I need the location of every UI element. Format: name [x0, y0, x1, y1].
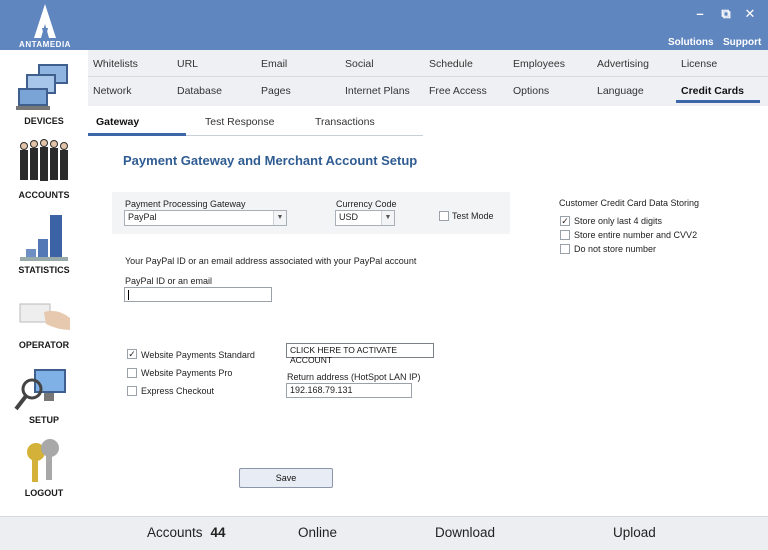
sidebar-label: STATISTICS — [18, 265, 70, 275]
title-bar: ANTAMEDIA – ⧉ ✕ Solutions Support — [0, 0, 768, 50]
store-last4-label: Store only last 4 digits — [574, 216, 663, 226]
close-button[interactable]: ✕ — [742, 6, 758, 22]
support-link[interactable]: Support — [723, 37, 761, 48]
gateway-panel: Payment Gateway and Merchant Account Set… — [88, 136, 768, 516]
sidebar-item-accounts[interactable]: ACCOUNTS — [0, 130, 88, 204]
tab-row-1: Whitelists URL Email Social Schedule Emp… — [88, 50, 768, 77]
website-payments-pro-checkbox[interactable] — [127, 368, 137, 378]
website-payments-pro-label: Website Payments Pro — [141, 368, 233, 378]
paypal-info-text: Your PayPal ID or an email address assoc… — [125, 256, 417, 266]
active-tab-indicator — [676, 100, 760, 103]
paypal-field-label: PayPal ID or an email — [125, 276, 213, 286]
website-payments-standard-checkbox[interactable]: ✓ — [127, 349, 137, 359]
text-caret — [128, 290, 129, 300]
sidebar-item-operator[interactable]: OPERATOR — [0, 280, 88, 354]
return-address-label: Return address (HotSpot LAN IP) — [287, 372, 421, 382]
status-bar: Accounts 44 Online Download Upload — [0, 516, 768, 550]
express-checkout-label: Express Checkout — [141, 386, 215, 396]
solutions-link[interactable]: Solutions — [668, 37, 714, 48]
return-address-value: 192.168.79.131 — [290, 385, 353, 395]
logout-icon — [27, 439, 59, 482]
tab-url[interactable]: URL — [177, 58, 198, 70]
subtab-transactions[interactable]: Transactions — [315, 116, 375, 128]
accounts-label: Accounts — [147, 525, 203, 540]
sidebar-label: DEVICES — [24, 116, 64, 126]
sidebar-label: LOGOUT — [24, 488, 64, 498]
test-mode-label: Test Mode — [452, 211, 494, 221]
sidebar-label: OPERATOR — [18, 340, 70, 350]
operator-icon — [19, 303, 70, 330]
tab-email[interactable]: Email — [261, 58, 287, 70]
sidebar-label: SETUP — [28, 415, 59, 425]
save-button[interactable]: Save — [239, 468, 333, 488]
tab-advertising[interactable]: Advertising — [597, 58, 649, 70]
tab-free-access[interactable]: Free Access — [429, 85, 487, 97]
tab-social[interactable]: Social — [345, 58, 374, 70]
logo-text: ANTAMEDIA — [19, 40, 71, 49]
sidebar-item-devices[interactable]: DEVICES — [0, 56, 88, 130]
store-entire-label: Store entire number and CVV2 — [574, 230, 698, 240]
gateway-label: Payment Processing Gateway — [125, 199, 246, 209]
online-status: Online — [298, 525, 338, 540]
sidebar-item-statistics[interactable]: STATISTICS — [0, 205, 88, 279]
return-address-input[interactable]: 192.168.79.131 — [286, 383, 412, 398]
accounts-count: 44 — [210, 525, 226, 540]
sidebar-item-logout[interactable]: LOGOUT — [0, 428, 88, 502]
chevron-down-icon: ▼ — [381, 211, 394, 225]
store-last4-checkbox[interactable]: ✓ — [560, 216, 570, 226]
tab-schedule[interactable]: Schedule — [429, 58, 473, 70]
tab-options[interactable]: Options — [513, 85, 549, 97]
setup-icon — [14, 369, 66, 411]
minimize-button[interactable]: – — [692, 6, 708, 21]
accounts-icon — [20, 139, 68, 181]
antamedia-logo: ANTAMEDIA — [14, 2, 76, 50]
tab-whitelists[interactable]: Whitelists — [93, 58, 138, 70]
tab-row-2: Network Database Pages Internet Plans Fr… — [88, 77, 768, 104]
logo-a-icon — [34, 4, 56, 38]
website-payments-standard-label: Website Payments Standard — [141, 350, 255, 360]
statistics-icon — [20, 215, 68, 261]
sidebar-item-setup[interactable]: SETUP — [0, 355, 88, 429]
storing-title: Customer Credit Card Data Storing — [559, 198, 700, 208]
activate-account-button[interactable]: CLICK HERE TO ACTIVATE ACCOUNT — [286, 343, 434, 365]
sidebar: DEVICES ACCOUNTS STATISTICS OPERATOR SET… — [0, 50, 88, 516]
chevron-down-icon: ▼ — [273, 211, 286, 225]
restore-button[interactable]: ⧉ — [718, 6, 734, 22]
subtabs: Gateway Test Response Transactions — [88, 106, 768, 136]
upload-status: Upload — [613, 525, 656, 540]
tab-credit-cards[interactable]: Credit Cards — [681, 85, 744, 97]
do-not-store-label: Do not store number — [574, 244, 657, 254]
sidebar-label: ACCOUNTS — [18, 190, 70, 200]
gateway-select[interactable]: PayPal ▼ — [124, 210, 287, 226]
tab-employees[interactable]: Employees — [513, 58, 565, 70]
do-not-store-checkbox[interactable] — [560, 244, 570, 254]
tab-license[interactable]: License — [681, 58, 717, 70]
currency-label: Currency Code — [336, 199, 397, 209]
accounts-status: Accounts 44 — [147, 525, 226, 540]
tab-language[interactable]: Language — [597, 85, 644, 97]
store-entire-checkbox[interactable] — [560, 230, 570, 240]
subtab-gateway[interactable]: Gateway — [96, 116, 139, 128]
subtab-test-response[interactable]: Test Response — [205, 116, 274, 128]
gateway-value: PayPal — [128, 212, 157, 222]
download-status: Download — [435, 525, 496, 540]
currency-select[interactable]: USD ▼ — [335, 210, 395, 226]
devices-icon — [16, 64, 68, 110]
paypal-id-input[interactable] — [124, 287, 272, 302]
currency-value: USD — [339, 212, 359, 222]
test-mode-checkbox[interactable] — [439, 211, 449, 221]
tab-internet-plans[interactable]: Internet Plans — [345, 85, 410, 97]
tab-network[interactable]: Network — [93, 85, 132, 97]
page-title: Payment Gateway and Merchant Account Set… — [123, 153, 418, 168]
settings-tabs: Whitelists URL Email Social Schedule Emp… — [88, 50, 768, 106]
tab-database[interactable]: Database — [177, 85, 222, 97]
tab-pages[interactable]: Pages — [261, 85, 291, 97]
express-checkout-checkbox[interactable] — [127, 386, 137, 396]
